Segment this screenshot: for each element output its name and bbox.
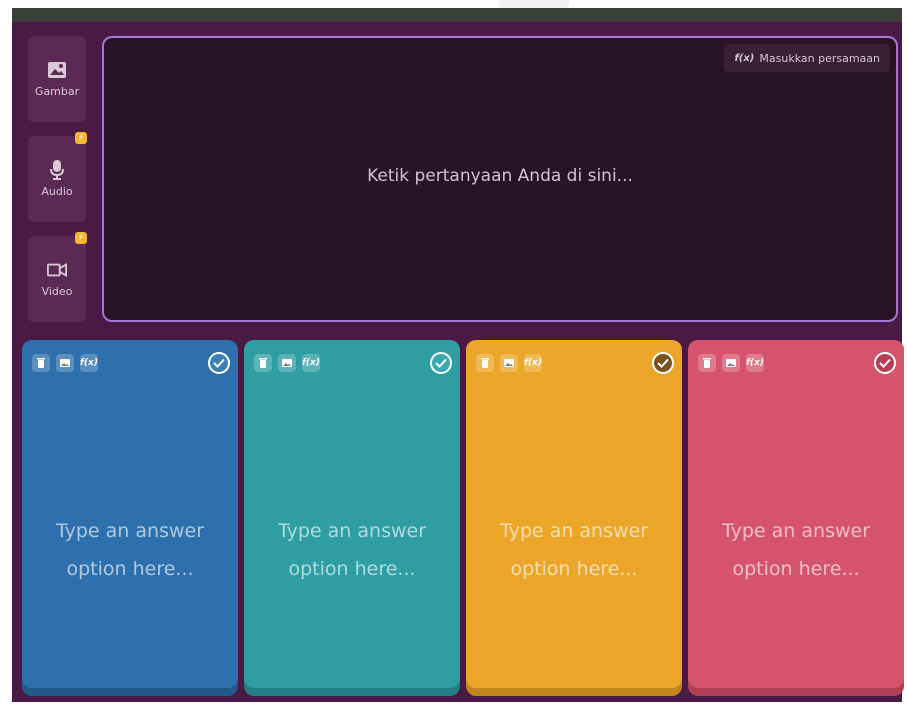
function-icon: f(x) xyxy=(734,52,755,64)
question-input[interactable]: f(x) Masukkan persamaan Ketik pertanyaan… xyxy=(102,36,898,322)
insert-equation-button[interactable]: f(x) Masukkan persamaan xyxy=(724,44,890,72)
premium-badge-icon: ⚡ xyxy=(75,132,87,144)
equation-icon[interactable]: f(x) xyxy=(524,354,542,372)
delete-answer-icon[interactable] xyxy=(476,354,494,372)
delete-answer-icon[interactable] xyxy=(254,354,272,372)
add-audio-button[interactable]: ⚡ Audio xyxy=(28,132,87,222)
add-image-icon[interactable] xyxy=(722,354,740,372)
equation-icon[interactable]: f(x) xyxy=(302,354,320,372)
insert-equation-label: Masukkan persamaan xyxy=(759,51,880,65)
equation-icon[interactable]: f(x) xyxy=(746,354,764,372)
sidebar-item-label: Audio xyxy=(41,184,73,198)
mark-correct-check-icon[interactable] xyxy=(430,352,452,374)
premium-badge-icon: ⚡ xyxy=(75,232,87,244)
question-editor: Gambar ⚡ Audio ⚡ Video f(x) Masukkan per… xyxy=(12,22,904,702)
answer-option-1[interactable]: f(x) Type an answer option here... xyxy=(22,340,238,696)
add-image-icon[interactable] xyxy=(278,354,296,372)
add-image-icon[interactable] xyxy=(56,354,74,372)
add-image-button[interactable]: Gambar xyxy=(28,36,86,122)
answer-placeholder: Type an answer option here... xyxy=(277,520,427,580)
mark-correct-check-icon[interactable] xyxy=(874,352,896,374)
mark-correct-check-icon[interactable] xyxy=(652,352,674,374)
answer-placeholder: Type an answer option here... xyxy=(499,520,649,580)
answer-option-4[interactable]: f(x) Type an answer option here... xyxy=(688,340,904,696)
image-icon xyxy=(47,61,67,79)
add-video-button[interactable]: ⚡ Video xyxy=(28,232,87,322)
video-icon xyxy=(47,261,67,279)
question-placeholder: Ketik pertanyaan Anda di sini... xyxy=(367,166,633,186)
sidebar-item-label: Gambar xyxy=(34,84,80,98)
delete-answer-icon[interactable] xyxy=(32,354,50,372)
microphone-icon xyxy=(47,159,67,180)
answer-placeholder: Type an answer option here... xyxy=(55,520,205,580)
delete-answer-icon[interactable] xyxy=(698,354,716,372)
answer-option-3[interactable]: f(x) Type an answer option here... xyxy=(466,340,682,696)
answer-placeholder: Type an answer option here... xyxy=(721,520,871,580)
mark-correct-check-icon[interactable] xyxy=(208,352,230,374)
sidebar-item-label: Video xyxy=(41,284,73,298)
add-image-icon[interactable] xyxy=(500,354,518,372)
equation-icon[interactable]: f(x) xyxy=(80,354,98,372)
top-toolbar-strip xyxy=(12,8,902,22)
answer-option-2[interactable]: f(x) Type an answer option here... xyxy=(244,340,460,696)
